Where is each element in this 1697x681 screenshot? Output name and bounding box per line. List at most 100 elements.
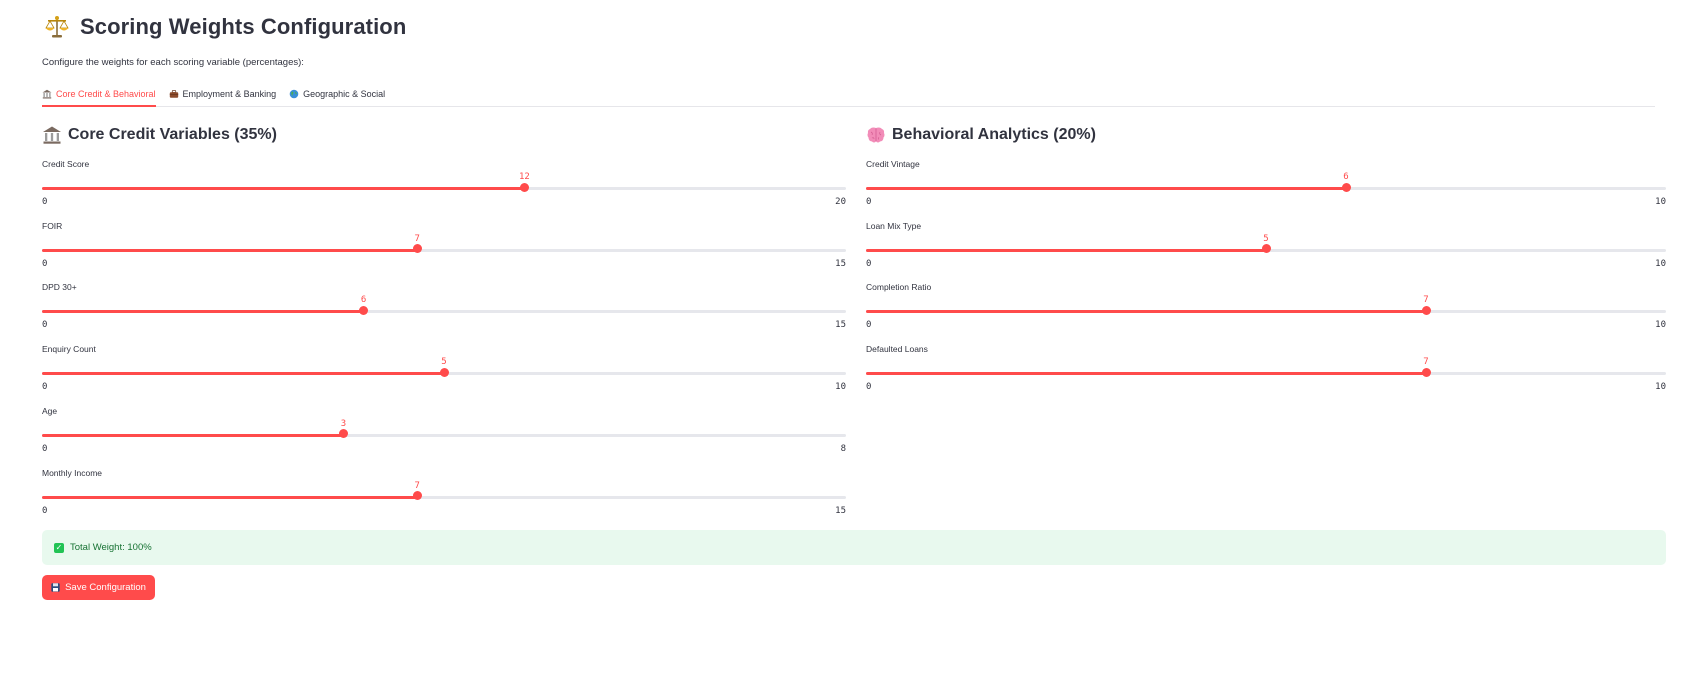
slider-fill: [866, 248, 1266, 252]
brain-icon: [867, 127, 885, 143]
slider-max-label: 10: [1655, 258, 1666, 269]
slider-label: DPD 30+: [42, 282, 77, 293]
check-box-icon: ✓: [54, 542, 64, 553]
tab-employment-banking[interactable]: Employment & Banking: [169, 86, 277, 107]
slider-track[interactable]: [42, 433, 846, 437]
slider-defaulted-loans: Defaulted Loans 7 0 10: [866, 344, 1666, 394]
bank-icon: [42, 89, 52, 99]
slider-thumb[interactable]: [359, 305, 369, 315]
save-button-label: Save Configuration: [65, 582, 146, 593]
slider-fill: [42, 187, 525, 190]
slider-label: Loan Mix Type: [866, 220, 922, 231]
slider-credit-score: Credit Score 12 0 20: [42, 159, 846, 209]
slider-label: FOIR: [42, 220, 63, 231]
tab-core-credit-behavioral[interactable]: Core Credit & Behavioral: [42, 86, 156, 107]
slider-value: 7: [1423, 295, 1429, 306]
slider-label: Enquiry Count: [42, 344, 96, 355]
slider-min-label: 0: [866, 382, 872, 393]
slider-value: 6: [360, 295, 367, 306]
slider-track[interactable]: [866, 310, 1666, 314]
slider-age: Age 3 0 8: [42, 406, 846, 456]
tab-label: Core Credit & Behavioral: [56, 89, 156, 99]
slider-loan-mix-type: Loan Mix Type 5 0 10: [866, 221, 1666, 271]
slider-thumb[interactable]: [1421, 367, 1431, 377]
slider-label: Defaulted Loans: [866, 344, 928, 355]
tab-label: Employment & Banking: [182, 89, 277, 99]
slider-value: 7: [414, 233, 420, 244]
core-credit-section-title: Core Credit Variables (35%): [42, 125, 277, 145]
slider-value: 7: [1423, 357, 1429, 368]
page-subtitle: Configure the weights for each scoring v…: [42, 57, 304, 68]
slider-value: 5: [1263, 233, 1269, 244]
briefcase-icon: [169, 90, 178, 98]
total-weight-alert: ✓ Total Weight: 100%: [42, 530, 1666, 565]
slider-max-label: 10: [835, 382, 846, 393]
slider-thumb[interactable]: [439, 367, 449, 377]
slider-track[interactable]: [42, 495, 846, 499]
slider-dpd-30: DPD 30+ 6 0 15: [42, 282, 846, 332]
slider-thumb[interactable]: [412, 244, 422, 254]
slider-label: Completion Ratio: [866, 282, 932, 293]
slider-min-label: 0: [42, 505, 48, 516]
slider-value: 5: [441, 357, 447, 368]
slider-min-label: 0: [866, 320, 872, 331]
slider-max-label: 15: [835, 258, 846, 269]
slider-max-label: 15: [835, 505, 846, 516]
save-configuration-button[interactable]: Save Configuration: [42, 575, 155, 600]
slider-track[interactable]: [866, 187, 1666, 190]
tab-bar: Core Credit & Behavioral Employment & Ba…: [42, 86, 1655, 107]
slider-max-label: 10: [1655, 197, 1666, 207]
slider-value: 3: [340, 418, 347, 429]
slider-max-label: 10: [1655, 320, 1666, 331]
slider-track[interactable]: [42, 310, 846, 314]
tab-geographic-social[interactable]: Geographic & Social: [289, 86, 385, 107]
slider-thumb[interactable]: [1421, 305, 1431, 315]
slider-thumb[interactable]: [519, 182, 529, 192]
slider-min-label: 0: [42, 443, 48, 454]
slider-enquiry-count: Enquiry Count 5 0 10: [42, 344, 846, 394]
slider-value: 12: [518, 172, 530, 182]
slider-monthly-income: Monthly Income 7 0 15: [42, 468, 846, 518]
slider-min-label: 0: [866, 258, 872, 269]
slider-max-label: 10: [1655, 382, 1666, 393]
slider-completion-ratio: Completion Ratio 7 0 10: [866, 282, 1666, 332]
slider-max-label: 20: [835, 197, 846, 207]
slider-min-label: 0: [42, 382, 48, 393]
slider-fill: [866, 310, 1426, 314]
slider-value: 6: [1343, 172, 1349, 182]
slider-fill: [866, 372, 1426, 376]
section-heading: Behavioral Analytics (20%): [892, 126, 1096, 143]
slider-track[interactable]: [42, 248, 846, 252]
page-title: Scoring Weights Configuration: [80, 14, 407, 39]
slider-label: Age: [42, 405, 58, 416]
total-weight-text: Total Weight: 100%: [70, 542, 152, 553]
balance-scale-icon: [45, 16, 69, 38]
slider-max-label: 15: [835, 320, 846, 331]
tab-label: Geographic & Social: [303, 89, 386, 99]
slider-fill: [866, 187, 1346, 190]
slider-min-label: 0: [42, 258, 48, 269]
slider-fill: [42, 433, 344, 437]
globe-icon: [289, 89, 299, 99]
slider-label: Monthly Income: [42, 467, 102, 478]
slider-credit-vintage: Credit Vintage 6 0 10: [866, 159, 1666, 209]
slider-fill: [42, 310, 364, 314]
slider-thumb[interactable]: [1341, 182, 1351, 192]
slider-track[interactable]: [866, 372, 1666, 376]
slider-fill: [42, 248, 418, 252]
slider-thumb[interactable]: [412, 491, 422, 500]
slider-min-label: 0: [42, 320, 48, 331]
slider-max-label: 8: [840, 443, 846, 454]
slider-label: Credit Score: [42, 159, 90, 169]
slider-value: 7: [414, 480, 420, 491]
slider-thumb[interactable]: [339, 429, 348, 439]
slider-thumb[interactable]: [1261, 244, 1271, 254]
section-heading: Core Credit Variables (35%): [68, 126, 277, 143]
floppy-disk-icon: [51, 583, 60, 592]
slider-fill: [42, 495, 418, 499]
page-header: Scoring Weights Configuration: [44, 14, 406, 40]
slider-track[interactable]: [42, 187, 846, 190]
slider-foir: FOIR 7 0 15: [42, 221, 846, 271]
behavioral-section-title: Behavioral Analytics (20%): [866, 125, 1096, 145]
bank-icon: [43, 126, 61, 144]
